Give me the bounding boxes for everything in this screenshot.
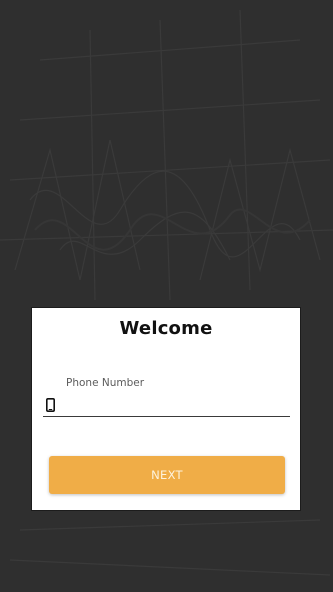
dialog-title: Welcome bbox=[119, 318, 213, 339]
next-button[interactable]: NEXT bbox=[49, 456, 285, 494]
welcome-dialog: Welcome Phone Number NEXT bbox=[31, 307, 301, 511]
app-screen: Welcome Phone Number NEXT bbox=[0, 0, 333, 592]
phone-input-underline bbox=[43, 416, 290, 417]
phone-number-input[interactable] bbox=[62, 394, 288, 416]
mobile-phone-icon bbox=[46, 398, 55, 412]
phone-number-label: Phone Number bbox=[66, 377, 145, 389]
